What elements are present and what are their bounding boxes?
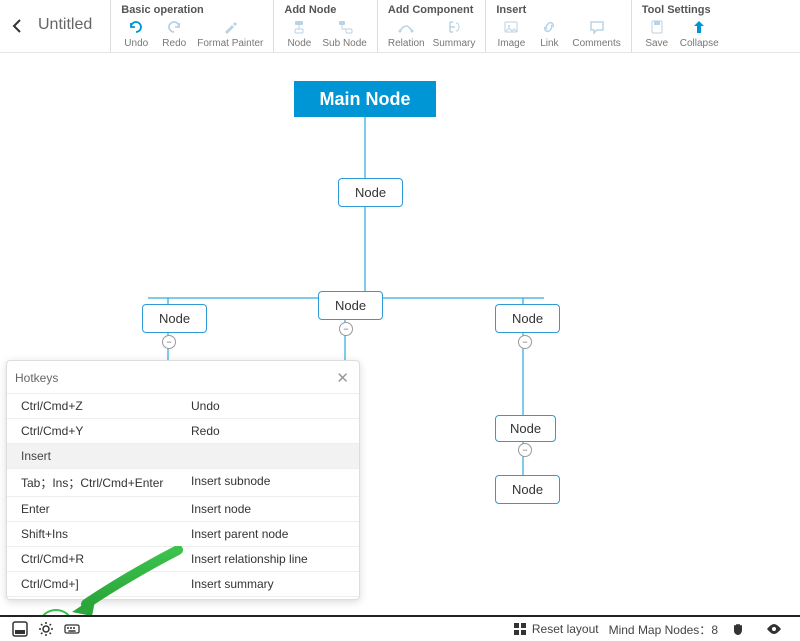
save-icon xyxy=(648,18,666,36)
top-toolbar: Untitled Basic operation Undo Redo Format P… xyxy=(0,0,800,53)
hotkey-desc: Insert node xyxy=(191,502,349,516)
tool-label: Undo xyxy=(124,38,148,49)
back-button[interactable] xyxy=(8,16,28,36)
node-icon xyxy=(290,18,308,36)
node[interactable]: Node xyxy=(495,304,560,333)
image-icon xyxy=(502,18,520,36)
hotkey-desc: Insert summary xyxy=(191,577,349,591)
hotkey-row: Ctrl/Cmd+]Insert summary xyxy=(7,572,359,597)
tool-label: Sub Node xyxy=(322,38,366,49)
collapse-button[interactable]: Collapse xyxy=(680,18,719,49)
reset-layout-button[interactable]: Reset layout xyxy=(512,621,599,637)
undo-button[interactable]: Undo xyxy=(121,18,151,49)
relation-icon xyxy=(397,18,415,36)
hand-icon[interactable] xyxy=(728,619,748,639)
hotkey-keys: Ctrl/Cmd+Y xyxy=(21,424,191,438)
hotkey-row: Ctrl/Cmd+1,2,3...Insert priority icon xyxy=(7,597,359,599)
tool-label: Link xyxy=(540,38,558,49)
hotkey-desc: Undo xyxy=(191,399,349,413)
subnode-button[interactable]: Sub Node xyxy=(322,18,366,49)
doc-title[interactable]: Untitled xyxy=(38,16,92,34)
node[interactable]: Node xyxy=(142,304,207,333)
redo-icon xyxy=(165,18,183,36)
tool-label: Comments xyxy=(572,38,620,49)
overview-icon[interactable] xyxy=(10,619,30,639)
cmt-button[interactable]: Comments xyxy=(572,18,620,49)
hotkey-keys: Tab；Ins；Ctrl/Cmd+Enter xyxy=(21,474,191,491)
hotkeys-title: Hotkeys xyxy=(15,371,58,385)
redo-button[interactable]: Redo xyxy=(159,18,189,49)
hotkey-desc: Redo xyxy=(191,424,349,438)
toolbar-group: Tool Settings Save Collapse xyxy=(631,0,729,52)
sum-button[interactable]: Summary xyxy=(433,18,476,49)
brush-icon xyxy=(221,18,239,36)
toolbar-group: Add Component Relation Summary xyxy=(377,0,486,52)
collapse-icon xyxy=(690,18,708,36)
hotkey-row: Tab；Ins；Ctrl/Cmd+EnterInsert subnode xyxy=(7,469,359,497)
hotkey-desc: Insert subnode xyxy=(191,474,349,491)
group-label: Add Node xyxy=(284,4,366,16)
group-label: Insert xyxy=(496,4,620,16)
hotkey-keys: Ctrl/Cmd+] xyxy=(21,577,191,591)
tool-label: Node xyxy=(287,38,311,49)
collapse-toggle[interactable]: − xyxy=(162,335,176,349)
eye-icon[interactable] xyxy=(764,619,784,639)
collapse-toggle[interactable]: − xyxy=(518,335,532,349)
toolbar-group: Add Node Node Sub Node xyxy=(273,0,376,52)
tool-label: Relation xyxy=(388,38,425,49)
gear-icon[interactable] xyxy=(36,619,56,639)
hotkey-keys: Enter xyxy=(21,502,191,516)
hotkey-keys: Shift+Ins xyxy=(21,527,191,541)
hotkey-row: Ctrl/Cmd+YRedo xyxy=(7,419,359,444)
hotkey-desc: Insert relationship line xyxy=(191,552,349,566)
node-count: Mind Map Nodes：8 xyxy=(609,621,718,638)
subnode-icon xyxy=(336,18,354,36)
save-button[interactable]: Save xyxy=(642,18,672,49)
group-label: Add Component xyxy=(388,4,476,16)
undo-icon xyxy=(127,18,145,36)
hotkey-row: Ctrl/Cmd+ZUndo xyxy=(7,394,359,419)
hotkey-keys: Ctrl/Cmd+R xyxy=(21,552,191,566)
tool-label: Redo xyxy=(162,38,186,49)
collapse-toggle[interactable]: − xyxy=(339,322,353,336)
tool-label: Format Painter xyxy=(197,38,263,49)
hotkey-row: Shift+InsInsert parent node xyxy=(7,522,359,547)
tool-label: Image xyxy=(497,38,525,49)
collapse-toggle[interactable]: − xyxy=(518,443,532,457)
group-label: Tool Settings xyxy=(642,4,719,16)
grid-icon xyxy=(512,621,528,637)
link-icon xyxy=(540,18,558,36)
summary-icon xyxy=(445,18,463,36)
tool-label: Collapse xyxy=(680,38,719,49)
hotkeys-section: Insert xyxy=(7,444,359,469)
tool-label: Save xyxy=(645,38,668,49)
hotkeys-panel: Hotkeys ✕ Ctrl/Cmd+ZUndoCtrl/Cmd+YRedoIn… xyxy=(6,360,360,600)
hotkey-row: EnterInsert node xyxy=(7,497,359,522)
hotkeys-list[interactable]: Ctrl/Cmd+ZUndoCtrl/Cmd+YRedoInsertTab；In… xyxy=(7,393,359,599)
hotkey-desc: Insert parent node xyxy=(191,527,349,541)
comment-icon xyxy=(588,18,606,36)
hotkey-row: Ctrl/Cmd+RInsert relationship line xyxy=(7,547,359,572)
link-button[interactable]: Link xyxy=(534,18,564,49)
keyboard-icon[interactable] xyxy=(62,619,82,639)
toolbar-group: Insert Image Link Comments xyxy=(485,0,630,52)
img-button[interactable]: Image xyxy=(496,18,526,49)
node[interactable]: Node xyxy=(495,475,560,504)
main-node[interactable]: Main Node xyxy=(294,81,436,117)
node[interactable]: Node xyxy=(495,415,556,442)
node[interactable]: Node xyxy=(318,291,383,320)
toolbar-group: Basic operation Undo Redo Format Painter xyxy=(110,0,273,52)
status-bar: Reset layout Mind Map Nodes：8 xyxy=(0,615,800,641)
hotkey-keys: Ctrl/Cmd+Z xyxy=(21,399,191,413)
close-icon[interactable]: ✕ xyxy=(336,369,349,387)
fmt-button[interactable]: Format Painter xyxy=(197,18,263,49)
chevron-left-icon xyxy=(10,18,26,34)
rel-button[interactable]: Relation xyxy=(388,18,425,49)
node-button[interactable]: Node xyxy=(284,18,314,49)
tool-label: Summary xyxy=(433,38,476,49)
group-label: Basic operation xyxy=(121,4,263,16)
node[interactable]: Node xyxy=(338,178,403,207)
